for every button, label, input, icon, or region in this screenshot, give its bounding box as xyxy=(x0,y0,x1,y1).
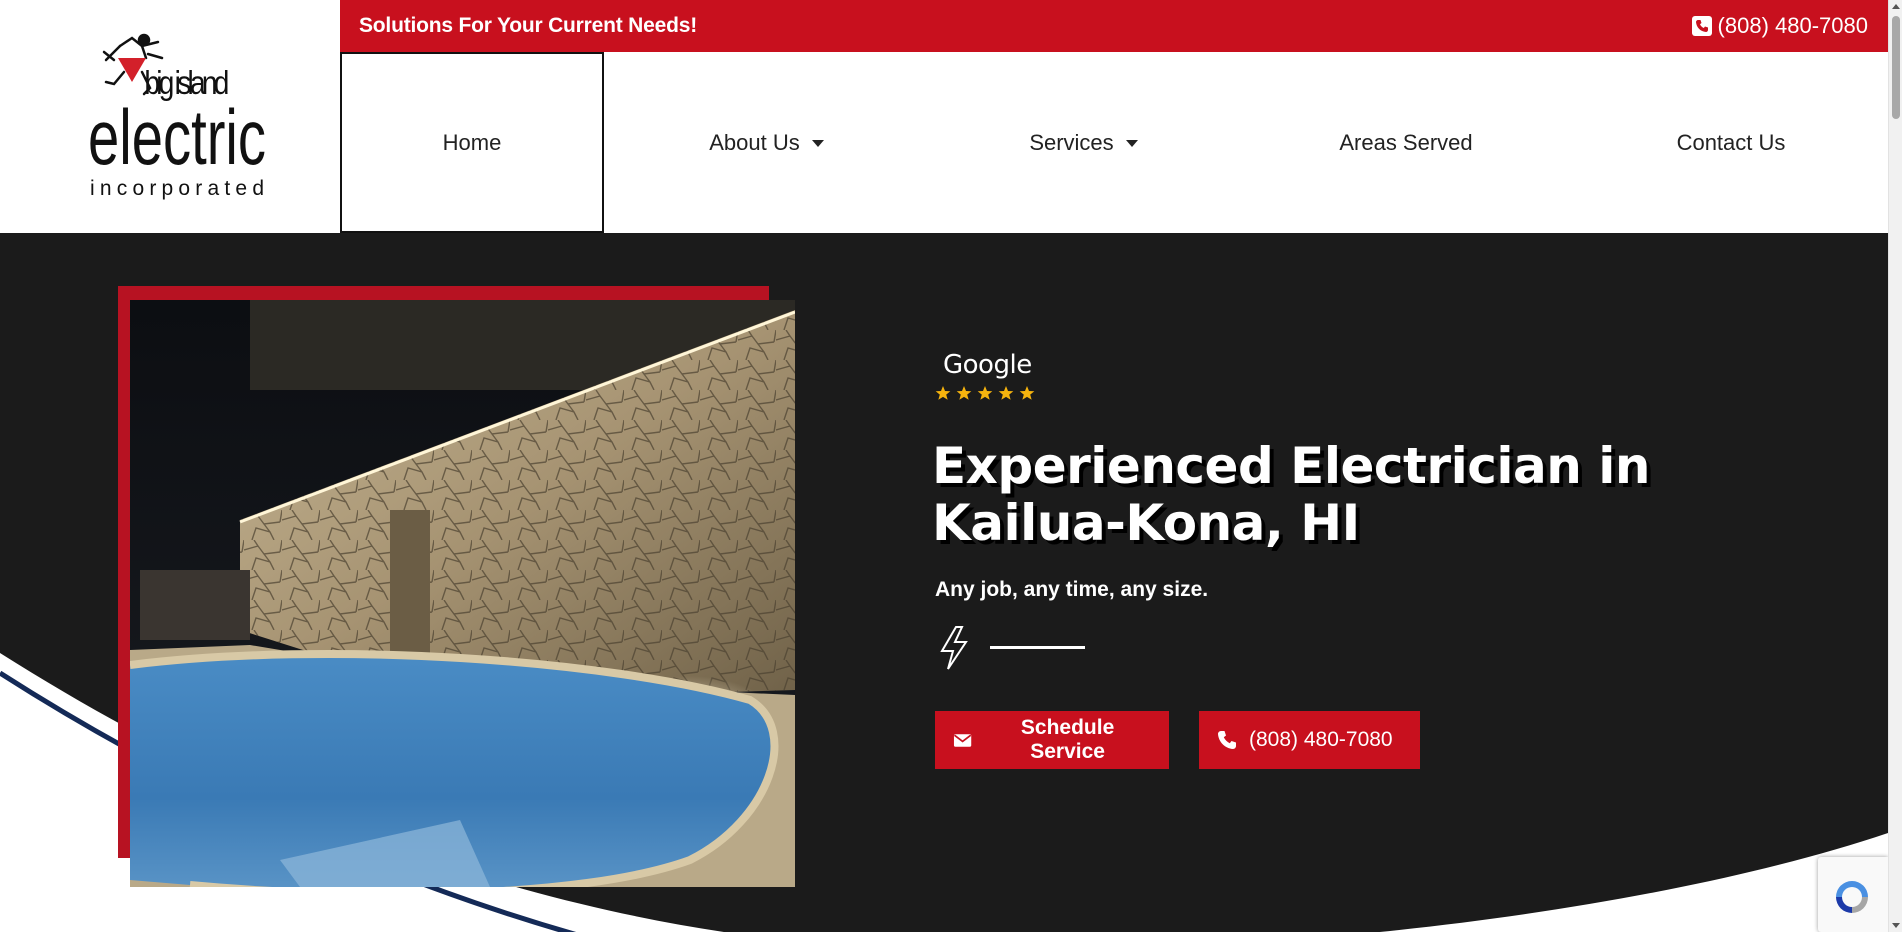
call-phone-label: (808) 480-7080 xyxy=(1249,728,1393,751)
nav-item-about-us[interactable]: About Us xyxy=(604,52,929,233)
nav-item-home[interactable]: Home xyxy=(340,52,604,233)
nav-item-label: Contact Us xyxy=(1676,129,1786,155)
page-scrollbar[interactable] xyxy=(1888,0,1902,932)
scroll-down-icon[interactable] xyxy=(1892,923,1900,928)
nav-item-services[interactable]: Services xyxy=(929,52,1238,233)
nav-item-label: About Us xyxy=(709,129,800,155)
logo-area: big island electric incorporated xyxy=(0,0,340,233)
caret-down-icon xyxy=(811,140,824,147)
call-phone-button[interactable]: (808) 480-7080 xyxy=(1199,711,1420,769)
nav-item-label: Services xyxy=(1029,129,1114,155)
nav-item-label: Home xyxy=(442,129,502,155)
tagline: Solutions For Your Current Needs! xyxy=(359,14,697,37)
schedule-service-button[interactable]: Schedule Service xyxy=(935,711,1169,769)
hero-title: Experienced Electrician in Kailua-Kona, … xyxy=(932,437,1650,552)
lightning-bolt-icon xyxy=(940,626,968,670)
main-nav: Home About Us Services Areas Served Cont… xyxy=(340,52,1888,233)
star-icon xyxy=(935,386,951,400)
star-icon xyxy=(956,386,972,400)
page: big island electric incorporated Solutio… xyxy=(0,0,1902,932)
hero-image xyxy=(130,300,795,887)
star-icon xyxy=(977,386,993,400)
divider-line xyxy=(990,646,1085,649)
google-label: Google xyxy=(943,350,1032,380)
star-icon xyxy=(998,386,1014,400)
site-logo[interactable]: big island electric incorporated xyxy=(84,32,274,204)
nav-item-contact-us[interactable]: Contact Us xyxy=(1574,52,1888,233)
envelope-icon xyxy=(953,734,972,747)
schedule-service-label: Schedule Service xyxy=(1020,716,1115,763)
nav-item-label: Areas Served xyxy=(1339,129,1473,155)
star-icon xyxy=(1019,386,1035,400)
recaptcha-icon xyxy=(1836,881,1868,913)
top-bar: Solutions For Your Current Needs! (808) … xyxy=(340,0,1888,52)
recaptcha-badge[interactable] xyxy=(1818,857,1888,932)
star-rating xyxy=(935,385,1035,401)
nav-item-areas-served[interactable]: Areas Served xyxy=(1238,52,1574,233)
header-phone-link[interactable]: (808) 480-7080 xyxy=(1691,13,1868,39)
header-phone-number: (808) 480-7080 xyxy=(1717,13,1868,38)
caret-down-icon xyxy=(1125,140,1138,147)
scrollbar-thumb[interactable] xyxy=(1892,16,1900,119)
google-rating-badge[interactable]: Google xyxy=(934,350,1054,410)
phone-icon xyxy=(1218,731,1236,749)
phone-square-icon xyxy=(1691,16,1712,36)
hero-section: Google Experienced Electrician in Kailua… xyxy=(0,233,1888,932)
scroll-up-icon[interactable] xyxy=(1892,4,1900,9)
hero-subtitle: Any job, any time, any size. xyxy=(935,578,1209,601)
logo-line2: electric xyxy=(88,93,266,181)
